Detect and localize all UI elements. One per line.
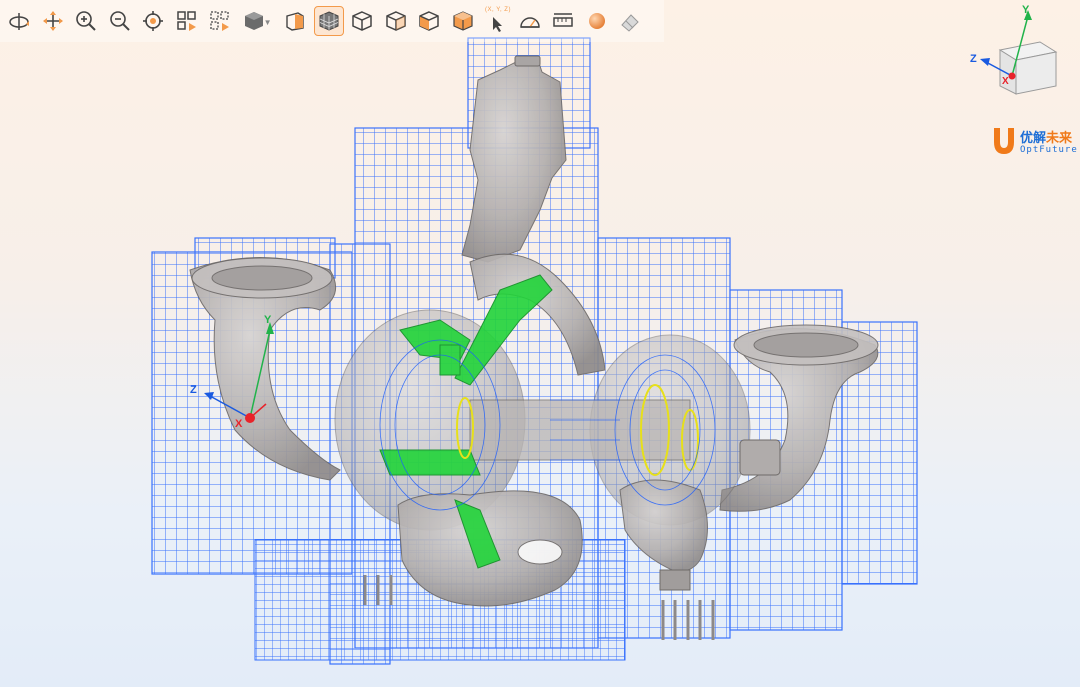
triad-z-label: Z <box>190 384 197 396</box>
view-cube-icon <box>244 12 263 30</box>
view-solid-icon <box>452 11 473 31</box>
mesh-display-button[interactable] <box>313 6 344 36</box>
viewer-toolbar: ▼ (X, Y, Z) <box>0 0 664 42</box>
section-plane-icon <box>286 12 304 31</box>
fit-selection-icon <box>210 11 229 31</box>
fit-selection-button[interactable] <box>205 6 235 36</box>
fit-all-button[interactable] <box>172 6 202 36</box>
pan-icon <box>42 11 63 31</box>
view-solid-button[interactable] <box>448 6 478 36</box>
angle-measure-icon <box>519 17 540 28</box>
triad-y-label: Y <box>264 314 272 326</box>
zoom-in-button[interactable] <box>71 6 101 36</box>
distance-measure-icon <box>553 13 573 27</box>
center-button[interactable] <box>138 6 168 36</box>
chevron-down-icon: ▼ <box>263 18 272 27</box>
eraser-icon <box>621 14 639 32</box>
view-cube-button[interactable]: ▼ <box>239 6 272 36</box>
fit-all-icon <box>176 11 196 31</box>
rotate-button[interactable] <box>4 6 34 36</box>
zoom-in-icon <box>76 11 96 31</box>
pick-coordinate-caption: (X, Y, Z) <box>485 7 511 13</box>
view-side-icon <box>419 11 439 31</box>
triad-x-label: X <box>235 418 243 430</box>
company-logo: 优解未来 OptFuture <box>990 126 1080 160</box>
zoom-out-button[interactable] <box>105 6 135 36</box>
mesh-display-icon <box>319 11 338 31</box>
view-iso-icon <box>352 11 372 31</box>
material-sphere-icon <box>588 13 605 29</box>
zoom-out-icon <box>109 11 130 31</box>
view-iso-button[interactable] <box>347 6 377 36</box>
cube-y-label: Y <box>1022 4 1030 16</box>
view-front-icon <box>385 11 406 31</box>
orientation-cube[interactable] <box>980 10 1058 95</box>
3d-viewport[interactable] <box>0 0 1080 687</box>
angle-measure-button[interactable] <box>515 6 545 36</box>
logo-subtitle: OptFuture <box>1020 145 1078 155</box>
pick-coordinate-button[interactable]: (X, Y, Z) <box>481 6 511 36</box>
rotate-icon <box>9 13 29 30</box>
cube-z-label: Z <box>970 53 977 65</box>
pan-button[interactable] <box>38 6 68 36</box>
pick-coordinate-icon <box>493 17 502 32</box>
logo-title: 优解未来 <box>1020 130 1073 145</box>
distance-measure-button[interactable] <box>548 6 578 36</box>
target-center-icon <box>143 11 163 31</box>
view-front-button[interactable] <box>381 6 411 36</box>
eraser-button[interactable] <box>615 6 645 36</box>
section-button[interactable] <box>280 6 310 36</box>
cube-x-label: X <box>1002 76 1009 87</box>
material-button[interactable] <box>582 6 612 36</box>
view-side-button[interactable] <box>414 6 444 36</box>
